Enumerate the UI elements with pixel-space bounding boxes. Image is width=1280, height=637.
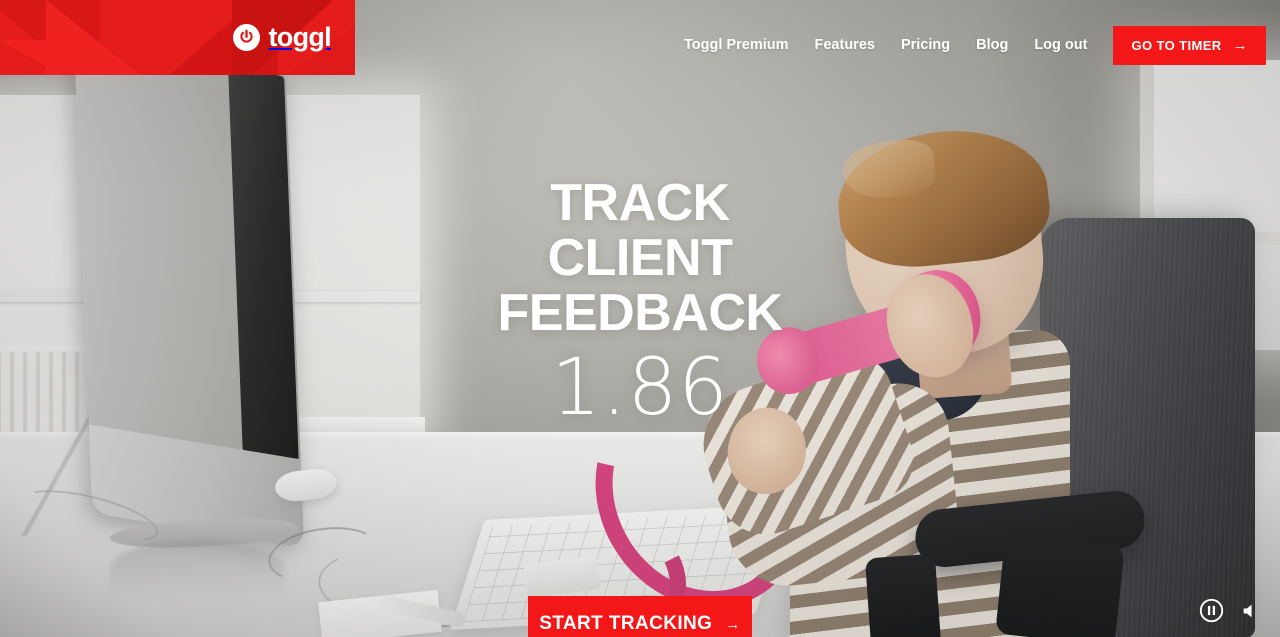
go-to-timer-button[interactable]: GO TO TIMER → (1113, 25, 1266, 65)
nav-link-log-out[interactable]: Log out (1034, 37, 1087, 53)
nav-link-features[interactable]: Features (815, 37, 875, 53)
arrow-right-icon: → (1232, 36, 1248, 54)
video-controls (1199, 598, 1262, 623)
scene-chair-armrest (995, 534, 1125, 637)
nav-link-blog[interactable]: Blog (976, 37, 1008, 53)
top-navigation: Toggl Premium Features Pricing Blog Log … (0, 0, 1280, 90)
pause-button[interactable] (1199, 598, 1224, 623)
nav-link-toggl-premium[interactable]: Toggl Premium (684, 37, 788, 53)
nav-link-pricing[interactable]: Pricing (901, 37, 950, 53)
go-to-timer-label: GO TO TIMER (1131, 37, 1222, 53)
scene-imac-reflection (110, 540, 285, 598)
volume-icon (1243, 604, 1252, 617)
nav-link-list: Toggl Premium Features Pricing Blog Log … (684, 37, 1087, 53)
start-tracking-button[interactable]: START TRACKING → (528, 596, 752, 637)
page-root: toggl Toggl Premium Features Pricing Blo… (0, 0, 1280, 637)
volume-button[interactable] (1240, 600, 1262, 622)
arrow-right-icon: → (725, 615, 741, 633)
start-tracking-label: START TRACKING (539, 613, 713, 634)
scene-chair-base (864, 553, 942, 637)
scene-imac-monitor (74, 39, 305, 548)
hero-background-video[interactable] (0, 0, 1280, 637)
pause-icon (1199, 598, 1224, 623)
